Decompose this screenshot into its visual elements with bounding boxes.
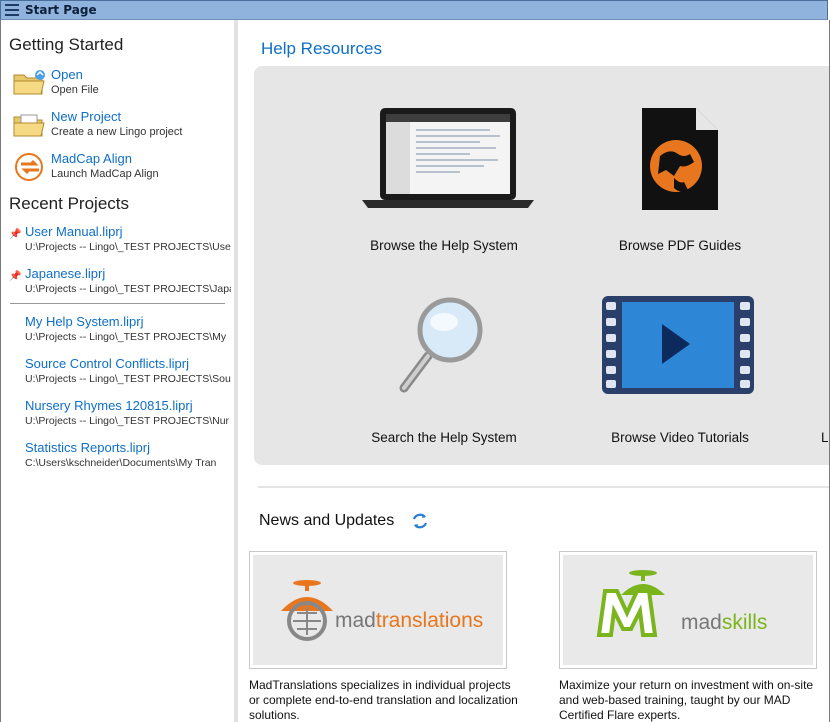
pin-icon[interactable]: 📌 [9, 229, 21, 240]
recent-project-name[interactable]: Nursery Rhymes 120815.liprj [25, 398, 193, 413]
recent-project[interactable]: Statistics Reports.liprj C:\Users\kschne… [9, 440, 231, 478]
new-project-item[interactable]: New Project Create a new Lingo project [13, 109, 228, 145]
recent-project-name[interactable]: My Help System.liprj [25, 314, 143, 329]
news-separator [258, 486, 829, 488]
madskills-logo-mad: mad [681, 611, 722, 634]
recent-project-name[interactable]: User Manual.liprj [25, 224, 123, 239]
refresh-icon[interactable] [410, 511, 430, 531]
recent-divider [10, 303, 225, 304]
browse-pdf-tile[interactable]: Browse PDF Guides [580, 96, 780, 266]
recent-project-name[interactable]: Statistics Reports.liprj [25, 440, 150, 455]
partial-tile[interactable]: L [821, 288, 829, 458]
recent-project-path: U:\Projects -- Lingo\_TEST PROJECTS\Sou [25, 373, 231, 385]
madtranslations-logo: madtranslations [253, 555, 503, 665]
recent-project[interactable]: Source Control Conflicts.liprj U:\Projec… [9, 356, 231, 394]
help-resources-panel: Browse the Help System Browse PDF Guides [254, 66, 829, 465]
browse-help-tile[interactable]: Browse the Help System [344, 96, 544, 266]
recent-project-path: U:\Projects -- Lingo\_TEST PROJECTS\Nur [25, 415, 230, 427]
madskills-mascot-icon [596, 570, 665, 637]
recent-projects-heading: Recent Projects [9, 194, 129, 213]
madtranslations-text: MadTranslations specializes in individua… [249, 678, 518, 722]
madskills-card[interactable]: madskills [559, 551, 817, 669]
new-project-label[interactable]: New Project [51, 109, 121, 124]
search-help-tile[interactable]: Search the Help System [344, 288, 544, 458]
pdf-guide-icon [642, 108, 718, 210]
window-title: Start Page [25, 3, 97, 17]
recent-project-path: C:\Users\kschneider\Documents\My Tran [25, 457, 217, 469]
browse-video-label[interactable]: Browse Video Tutorials [580, 430, 780, 445]
folder-open-icon [13, 70, 45, 95]
recent-project[interactable]: My Help System.liprj U:\Projects -- Ling… [9, 314, 231, 352]
folder-new-icon [13, 114, 45, 137]
browse-help-label[interactable]: Browse the Help System [344, 238, 544, 253]
magnifier-icon [399, 297, 483, 393]
news-heading: News and Updates [259, 512, 395, 529]
madtranslations-mascot-icon [281, 580, 333, 641]
recent-project-pinned[interactable]: 📌 User Manual.liprj U:\Projects -- Lingo… [9, 224, 231, 262]
getting-started-heading: Getting Started [9, 35, 124, 54]
madskills-logo-word: skills [721, 611, 768, 634]
madcap-align-item[interactable]: MadCap Align Launch MadCap Align [13, 151, 228, 187]
recent-project[interactable]: Nursery Rhymes 120815.liprj U:\Projects … [9, 398, 231, 436]
pin-icon[interactable]: 📌 [9, 271, 21, 282]
window-title-bar[interactable]: Start Page [0, 0, 828, 20]
madcap-align-label[interactable]: MadCap Align [51, 151, 132, 166]
recent-project-path: U:\Projects -- Lingo\_TEST PROJECTS\User [25, 241, 231, 253]
new-project-sub: Create a new Lingo project [51, 126, 183, 138]
madcap-align-sub: Launch MadCap Align [51, 168, 159, 180]
recent-project-name[interactable]: Source Control Conflicts.liprj [25, 356, 189, 371]
recent-project-path: U:\Projects -- Lingo\_TEST PROJECTS\My [25, 331, 227, 343]
left-panel: Getting Started Open Open File New Proje… [1, 20, 234, 722]
madskills-logo: madskills [563, 555, 813, 665]
help-resources-heading: Help Resources [261, 39, 382, 58]
recent-project-pinned[interactable]: 📌 Japanese.liprj U:\Projects -- Lingo\_T… [9, 266, 231, 304]
open-sub: Open File [51, 84, 99, 96]
open-item[interactable]: Open Open File [13, 67, 228, 103]
madtranslations-card[interactable]: madtranslations [249, 551, 507, 669]
madtranslations-logo-word: translations [375, 609, 484, 632]
madskills-text: Maximize your return on investment with … [559, 678, 814, 722]
recent-project-name[interactable]: Japanese.liprj [25, 266, 105, 281]
right-panel: Help Resources Browse the Help System Br… [238, 20, 829, 722]
madtranslations-logo-mad: mad [335, 609, 376, 632]
align-icon [15, 153, 43, 181]
partial-tile-label[interactable]: L [821, 430, 829, 445]
browse-video-tile[interactable]: Browse Video Tutorials [580, 288, 780, 458]
browse-pdf-label[interactable]: Browse PDF Guides [580, 238, 780, 253]
menu-icon[interactable] [5, 4, 19, 16]
open-label[interactable]: Open [51, 67, 83, 82]
video-icon [602, 296, 754, 394]
recent-project-path: U:\Projects -- Lingo\_TEST PROJECTS\Japa [25, 283, 231, 295]
search-help-label[interactable]: Search the Help System [344, 430, 544, 445]
laptop-icon [362, 108, 534, 208]
